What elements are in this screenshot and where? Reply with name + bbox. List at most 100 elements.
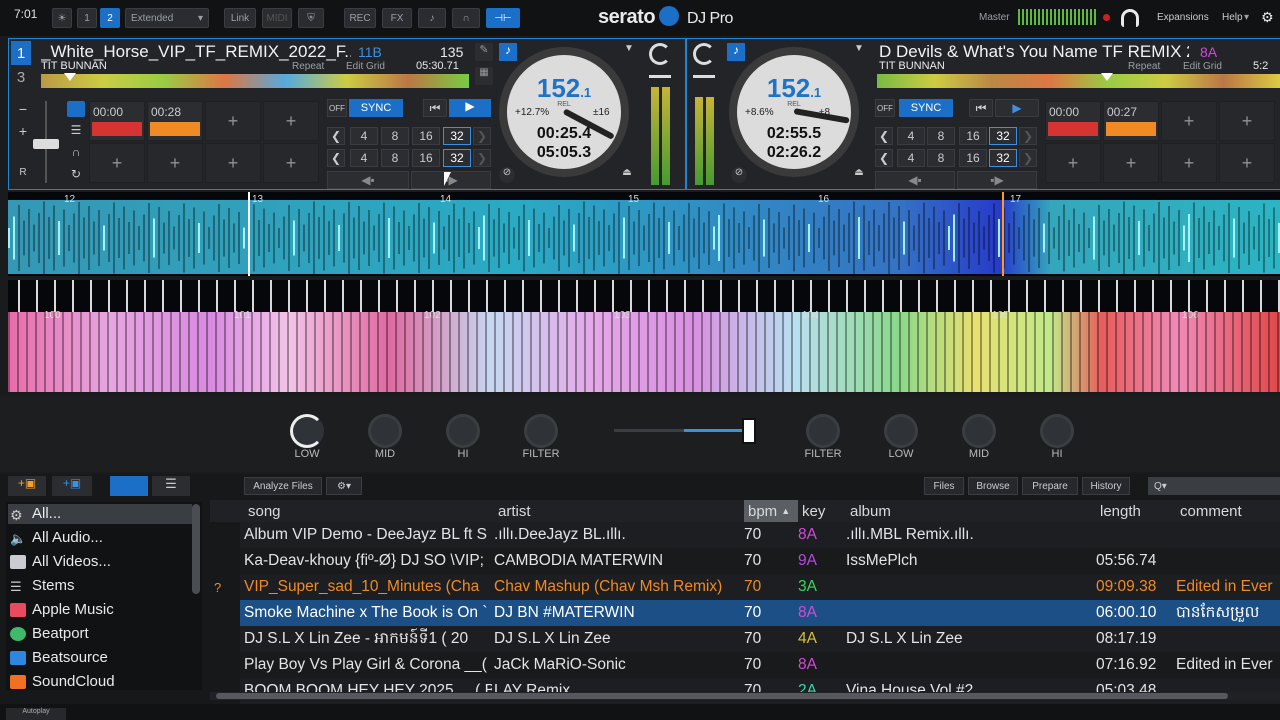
col-comment[interactable]: comment: [1176, 500, 1280, 522]
eq-low-left[interactable]: [290, 414, 324, 448]
autoplay-button[interactable]: Autoplay: [6, 708, 66, 720]
roll-16[interactable]: 16: [412, 149, 440, 167]
pitch-slider-handle[interactable]: [33, 139, 59, 149]
filter-left[interactable]: [524, 414, 558, 448]
fx-button[interactable]: FX: [382, 8, 412, 28]
table-row[interactable]: BOOM BOOM HEY HEY 2025 __( B LAY Remix 70 2…: [240, 678, 1280, 704]
hot-cue-6[interactable]: +: [147, 143, 203, 183]
roll-4[interactable]: 4: [350, 149, 378, 167]
headphone-icon[interactable]: [1121, 9, 1139, 27]
sidebar-item-beatport[interactable]: Beatport: [10, 625, 89, 642]
hot-cue-5[interactable]: +: [1045, 143, 1101, 183]
deck-1-toggle[interactable]: 1: [77, 8, 97, 28]
deck-menu-icon[interactable]: ▼: [851, 43, 867, 57]
col-album[interactable]: album: [846, 500, 1096, 522]
shield-icon[interactable]: ⛨: [298, 8, 324, 28]
beatjump-back[interactable]: ◀▪: [327, 171, 409, 189]
col-bpm[interactable]: bpm ▲: [744, 500, 798, 522]
deck-number-3[interactable]: 3: [11, 65, 31, 89]
table-row[interactable]: Ka-Deav-khouy {ﬁº-Ø} DJ SO \VIP; CAMBODIA…: [240, 548, 1280, 574]
sync-lock-icon[interactable]: ⊘: [731, 167, 747, 183]
play-button[interactable]: ▶: [449, 99, 491, 117]
roll-32[interactable]: 32: [989, 149, 1017, 167]
horizontal-scrollbar-thumb[interactable]: [216, 693, 1228, 699]
grid-icon[interactable]: ▦: [475, 67, 493, 85]
col-song[interactable]: song: [244, 500, 494, 522]
sidebar-item-soundcloud[interactable]: SoundCloud: [10, 673, 115, 690]
col-length[interactable]: length: [1096, 500, 1176, 522]
sidebar-item-all-audio[interactable]: 🔈 All Audio...: [10, 529, 103, 546]
quantize-off-button[interactable]: OFF: [327, 99, 347, 117]
gear-icon[interactable]: ⚙▾: [326, 477, 362, 495]
eject-icon[interactable]: ⏏: [851, 167, 867, 183]
crossfader-handle[interactable]: [742, 418, 756, 444]
headphone-icon[interactable]: ∩: [67, 145, 85, 161]
hot-cue-3[interactable]: +: [1161, 101, 1217, 141]
pitch-plus[interactable]: +: [13, 123, 33, 141]
roll-8[interactable]: 8: [927, 149, 955, 167]
hot-cue-6[interactable]: +: [1103, 143, 1159, 183]
hot-cue-1[interactable]: 00:00: [1045, 101, 1101, 141]
roll-32[interactable]: 32: [443, 149, 471, 167]
beatjump-back[interactable]: ◀▪: [875, 171, 955, 189]
hot-cue-1[interactable]: 00:00: [89, 101, 145, 141]
repeat-button[interactable]: Repeat: [1128, 61, 1160, 72]
sidebar-item-all[interactable]: ⚙ All...: [10, 505, 61, 523]
pencil-icon[interactable]: ✎: [475, 43, 493, 61]
loop-8[interactable]: 8: [381, 127, 409, 145]
loop-double-button[interactable]: ❯: [1019, 127, 1037, 145]
pitch-minus[interactable]: −: [13, 101, 33, 119]
hot-cue-8[interactable]: +: [263, 143, 319, 183]
loop-32[interactable]: 32: [989, 127, 1017, 145]
waveform-deck-left[interactable]: 12 13 14 15 16 17: [8, 192, 1280, 276]
crossfader-icon[interactable]: ⊣⊢: [486, 8, 520, 28]
play-button[interactable]: ▶: [995, 99, 1039, 117]
link-button[interactable]: Link: [224, 8, 256, 28]
eject-icon[interactable]: ⏏: [619, 167, 635, 183]
help-menu[interactable]: Help: [1222, 12, 1243, 23]
sidebar-item-beatsource[interactable]: Beatsource: [10, 649, 108, 666]
gain-knob[interactable]: [693, 43, 715, 65]
analyze-files-button[interactable]: Analyze Files: [244, 477, 322, 495]
cue-mode-icon[interactable]: [67, 101, 85, 117]
rec-button[interactable]: REC: [344, 8, 376, 28]
cue-button[interactable]: ⏮: [423, 99, 447, 117]
roll-16[interactable]: 16: [959, 149, 987, 167]
eq-low-right[interactable]: [884, 414, 918, 448]
deck-2-toggle[interactable]: 2: [100, 8, 120, 28]
eq-mid-right[interactable]: [962, 414, 996, 448]
edit-grid-button[interactable]: Edit Grid: [346, 61, 385, 72]
roll-halve-button[interactable]: ❮: [875, 149, 893, 167]
platter-right[interactable]: 152.1 REL +8.6% ±8 02:55.5 02:26.2: [729, 47, 859, 177]
sidebar-item-apple-music[interactable]: Apple Music: [10, 601, 114, 618]
loop-4[interactable]: 4: [350, 127, 378, 145]
sampler-icon[interactable]: ♪: [418, 8, 446, 28]
eq-hi-right[interactable]: [1040, 414, 1074, 448]
deck-menu-icon[interactable]: ▼: [621, 43, 637, 57]
eq-mid-left[interactable]: [368, 414, 402, 448]
platter-left[interactable]: 152.1 REL +12.7% ±16 00:25.4 05:05.3: [499, 47, 629, 177]
table-row[interactable]: DJ S.L X Lin Zee - អាកមន៍ទី1 ( 20 DJ S.L …: [240, 626, 1280, 652]
files-button[interactable]: Files: [924, 477, 964, 495]
roll-double-button[interactable]: ❯: [1019, 149, 1037, 167]
loop-32[interactable]: 32: [443, 127, 471, 145]
expansions-menu[interactable]: Expansions: [1157, 12, 1209, 23]
eq-hi-left[interactable]: [446, 414, 480, 448]
roll-4[interactable]: 4: [897, 149, 925, 167]
history-button[interactable]: History: [1082, 477, 1130, 495]
table-row[interactable]: Smoke Machine x The Book is On ` DJ BN #M…: [240, 600, 1280, 626]
sidebar-item-stems[interactable]: ☰ Stems: [10, 577, 75, 594]
gear-icon[interactable]: ⚙: [1261, 9, 1274, 26]
roll-double-button[interactable]: ❯: [473, 149, 491, 167]
search-input[interactable]: Q▾: [1148, 477, 1280, 495]
loop-4[interactable]: 4: [897, 127, 925, 145]
hot-cue-5[interactable]: +: [89, 143, 145, 183]
list-view-icon[interactable]: [110, 476, 148, 496]
loop-halve-button[interactable]: ❮: [327, 127, 345, 145]
beatjump-forward[interactable]: ▪▶: [957, 171, 1037, 189]
hot-cue-7[interactable]: +: [1161, 143, 1217, 183]
refresh-icon[interactable]: ↻: [67, 167, 85, 183]
loop-halve-button[interactable]: ❮: [875, 127, 893, 145]
detail-view-icon[interactable]: ☰: [152, 476, 190, 496]
midi-button[interactable]: MIDI: [262, 8, 292, 28]
